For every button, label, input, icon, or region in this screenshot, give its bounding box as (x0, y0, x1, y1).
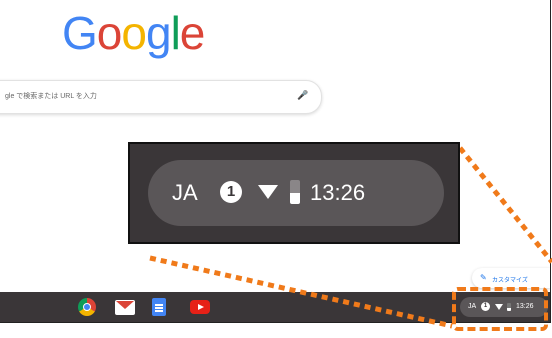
zoomed-battery-icon (290, 180, 300, 204)
zoomed-clock: 13:26 (310, 180, 366, 205)
zoomed-ime-indicator: JA (172, 180, 198, 205)
zoomed-notification-icon: 1 (220, 181, 242, 203)
screenshot-frame: Google gle で検索または URL を入力 🎤 ✎ カスタマイズ JA … (0, 0, 552, 338)
zoomed-status-callout: JA 1 13:26 (128, 142, 460, 244)
status-highlight-box (452, 287, 548, 331)
zoomed-wifi-icon (258, 185, 278, 199)
connector-line-top (458, 146, 552, 264)
connector-line-bottom (149, 255, 453, 329)
zoomed-status-pill: JA 1 13:26 (148, 160, 444, 226)
